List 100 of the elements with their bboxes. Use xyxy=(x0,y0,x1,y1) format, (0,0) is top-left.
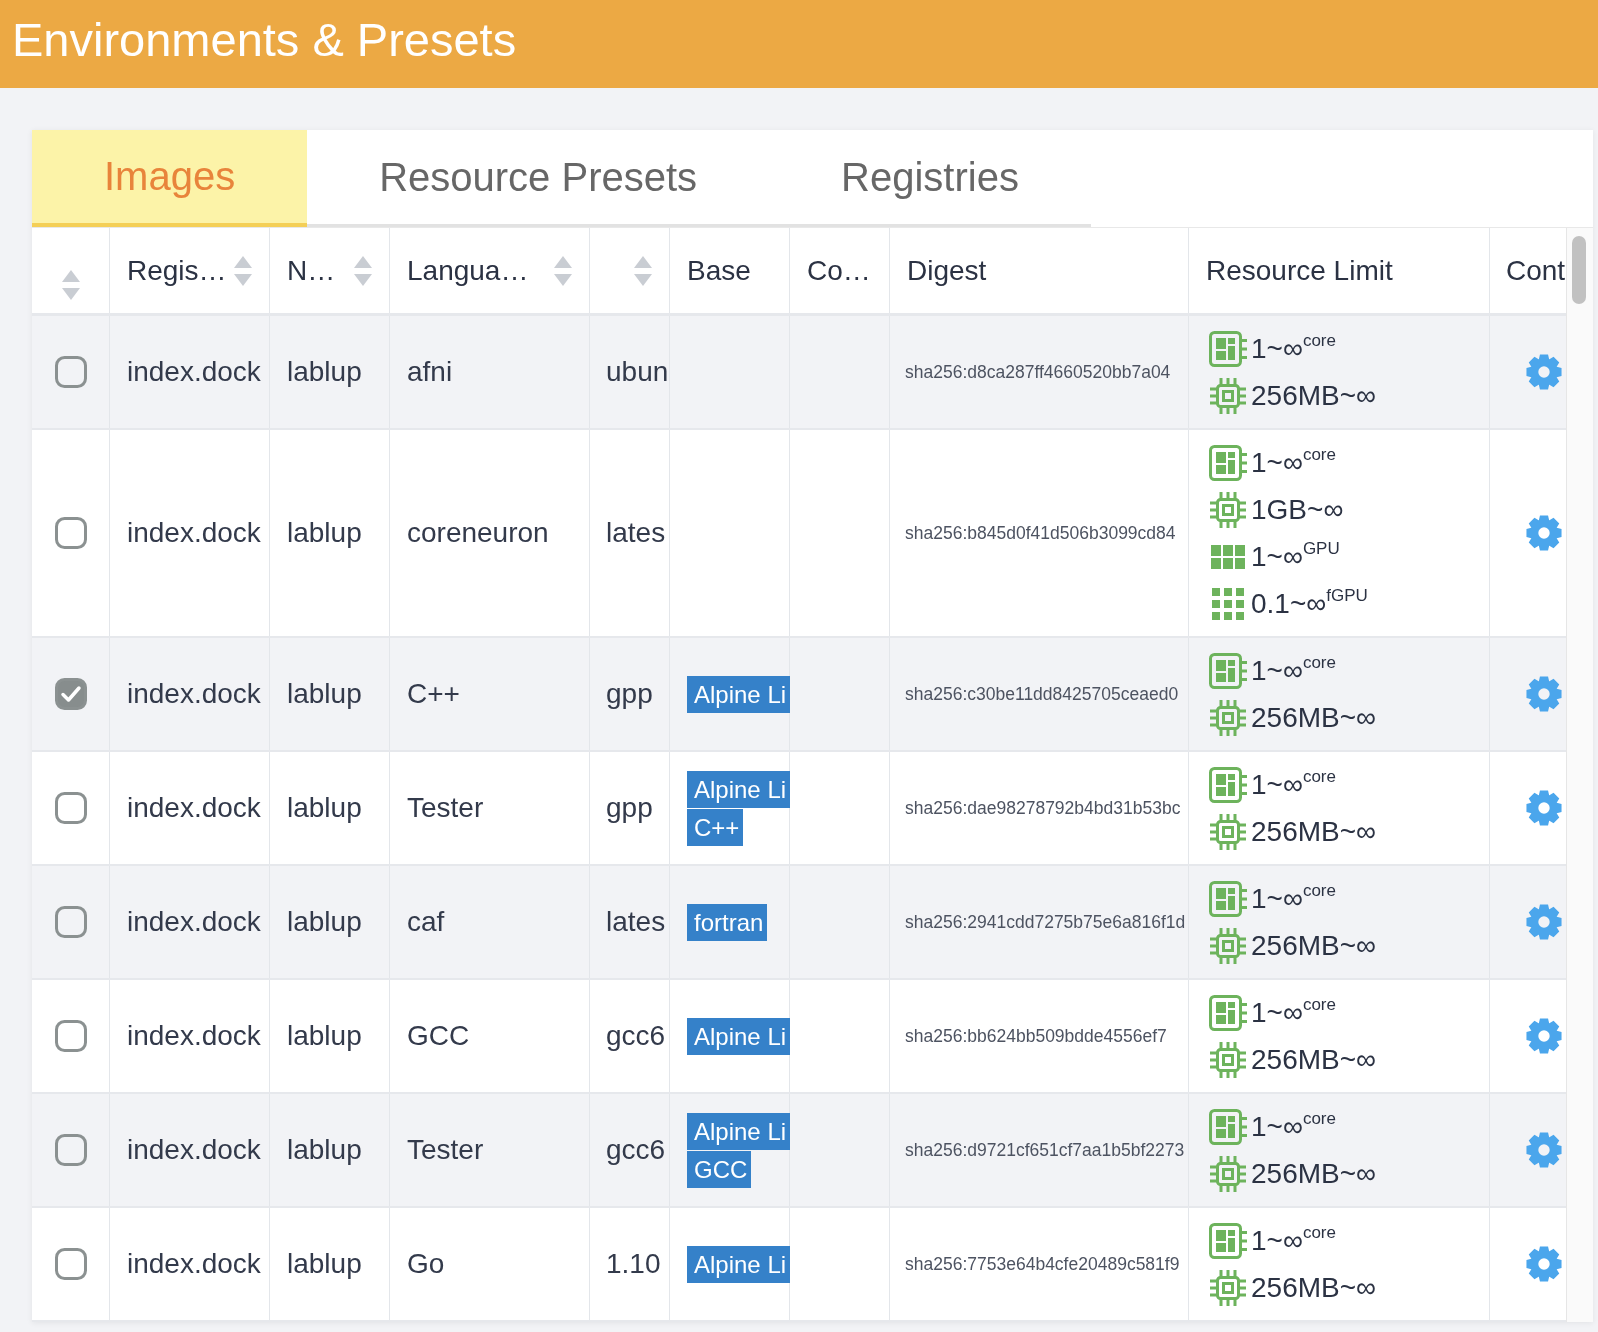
table-cell: sha256:b845d0f41d506b3099cd84 xyxy=(890,430,1189,636)
chip-icon xyxy=(1210,1155,1246,1192)
settings-icon[interactable] xyxy=(1526,904,1562,940)
resource-limit-text: 1~∞$^{core}$ xyxy=(1251,444,1336,480)
settings-icon[interactable] xyxy=(1526,354,1562,390)
resource-limit-text: 256MB~∞ xyxy=(1251,1043,1377,1077)
chip-icon xyxy=(1210,1041,1246,1078)
column-header: Resource Limit xyxy=(1206,254,1393,287)
sort-icon[interactable] xyxy=(61,269,80,300)
table-cell: gpp xyxy=(590,752,670,864)
settings-icon[interactable] xyxy=(1526,1132,1562,1168)
resource-limit-text: 1~∞$^{core}$ xyxy=(1251,880,1336,916)
base-tag: fortran xyxy=(687,903,768,941)
column-header: Digest xyxy=(907,254,987,287)
sort-icon[interactable] xyxy=(554,255,572,286)
base-tag: Alpine Li xyxy=(687,1112,791,1150)
resource-limit-text: 256MB~∞ xyxy=(1251,815,1377,849)
resource-limit-text: 256MB~∞ xyxy=(1251,1157,1377,1191)
table-cell: index.dock xyxy=(110,866,270,978)
table-cell: index.dock xyxy=(110,638,270,750)
resource-limit-text: 1~∞$^{core}$ xyxy=(1251,766,1336,802)
processor-icon xyxy=(1209,1222,1247,1259)
sort-icon[interactable] xyxy=(234,255,252,286)
table-cell: lablup xyxy=(270,1094,390,1206)
table-cell: gcc6 xyxy=(590,1094,670,1206)
table-cell: index.dock xyxy=(110,980,270,1092)
row-checkbox[interactable] xyxy=(54,1134,87,1166)
chip-icon xyxy=(1210,813,1246,850)
settings-icon[interactable] xyxy=(1526,1018,1562,1054)
table-cell: lablup xyxy=(270,638,390,750)
table-cell: gcc6 xyxy=(590,980,670,1092)
base-tag: Alpine Li xyxy=(687,1017,791,1055)
row-checkbox[interactable] xyxy=(54,906,87,938)
table-cell: sha256:7753e64b4cfe20489c581f9 xyxy=(890,1208,1189,1320)
base-tag: GCC xyxy=(687,1150,752,1188)
row-checkbox[interactable] xyxy=(54,517,87,549)
processor-icon xyxy=(1209,444,1247,481)
tab[interactable]: Resource Presets xyxy=(307,130,770,227)
table-cell: index.dock xyxy=(110,430,270,636)
table-cell: GCC xyxy=(390,980,590,1092)
column-header: Co… xyxy=(807,254,871,287)
table-cell: Go xyxy=(390,1208,590,1320)
table-cell: sha256:2941cdd7275b75e6a816f1d xyxy=(890,866,1189,978)
table-cell: lablup xyxy=(270,1208,390,1320)
table-cell: ubun xyxy=(590,316,670,428)
chip-icon xyxy=(1210,377,1246,414)
table-cell: index.dock xyxy=(110,1208,270,1320)
settings-icon[interactable] xyxy=(1526,676,1562,712)
resource-limit-text: 256MB~∞ xyxy=(1251,701,1377,735)
processor-icon xyxy=(1209,766,1247,803)
scrollbar-thumb[interactable] xyxy=(1572,236,1586,304)
chip-icon xyxy=(1210,491,1246,528)
sort-icon[interactable] xyxy=(354,255,372,286)
dot-grid-icon xyxy=(1212,587,1244,620)
row-checkbox[interactable] xyxy=(54,792,87,824)
resource-limit-text: 1~∞$^{core}$ xyxy=(1251,652,1336,688)
base-tag: Alpine Li xyxy=(687,1245,791,1283)
row-checkbox[interactable] xyxy=(54,1248,87,1280)
table-cell: index.dock xyxy=(110,316,270,428)
base-tag: Alpine Li xyxy=(687,675,791,713)
row-checkbox[interactable] xyxy=(54,356,87,388)
resource-limit-text: 1~∞$^{core}$ xyxy=(1251,994,1336,1030)
table-cell: gpp xyxy=(590,638,670,750)
processor-icon xyxy=(1209,652,1247,689)
settings-icon[interactable] xyxy=(1526,515,1562,551)
column-header: Base xyxy=(687,254,751,287)
resource-limit-text: 1~∞$^{core}$ xyxy=(1251,1222,1336,1258)
sort-icon[interactable] xyxy=(634,255,652,286)
row-checkbox[interactable] xyxy=(54,1020,87,1052)
chip-icon xyxy=(1210,1269,1246,1306)
processor-icon xyxy=(1209,994,1247,1031)
settings-icon[interactable] xyxy=(1526,1246,1562,1282)
table-cell: sha256:dae98278792b4bd31b53bc xyxy=(890,752,1189,864)
table-cell: sha256:d9721cf651cf7aa1b5bf2273 xyxy=(890,1094,1189,1206)
scrollbar-track[interactable] xyxy=(1566,228,1593,1322)
table-cell: index.dock xyxy=(110,752,270,864)
resource-limit-text: 256MB~∞ xyxy=(1251,379,1377,413)
table-cell: sha256:c30be11dd8425705ceaed0 xyxy=(890,638,1189,750)
table-cell: lablup xyxy=(270,866,390,978)
table-cell: lablup xyxy=(270,316,390,428)
grid-icon xyxy=(1211,544,1245,569)
table-cell: lablup xyxy=(270,430,390,636)
processor-icon xyxy=(1209,1108,1247,1145)
table-cell: lates xyxy=(590,866,670,978)
row-checkbox[interactable] xyxy=(54,678,87,710)
settings-icon[interactable] xyxy=(1526,790,1562,826)
chip-icon xyxy=(1210,927,1246,964)
resource-limit-text: 1GB~∞ xyxy=(1251,493,1344,527)
table-cell: 1.10 xyxy=(590,1208,670,1320)
resource-limit-text: 256MB~∞ xyxy=(1251,1271,1377,1305)
table-cell: index.dock xyxy=(110,1094,270,1206)
resource-limit-text: 0.1~∞$^{fGPU}$ xyxy=(1251,585,1368,621)
table-cell: C++ xyxy=(390,638,590,750)
table-cell: lablup xyxy=(270,752,390,864)
table-cell: Tester xyxy=(390,752,590,864)
tab[interactable]: Registries xyxy=(769,130,1091,227)
column-header: Cont xyxy=(1506,254,1566,287)
base-tag: C++ xyxy=(687,808,744,846)
resource-limit-text: 1~∞$^{core}$ xyxy=(1251,1108,1336,1144)
column-header: Regis… xyxy=(127,254,227,287)
